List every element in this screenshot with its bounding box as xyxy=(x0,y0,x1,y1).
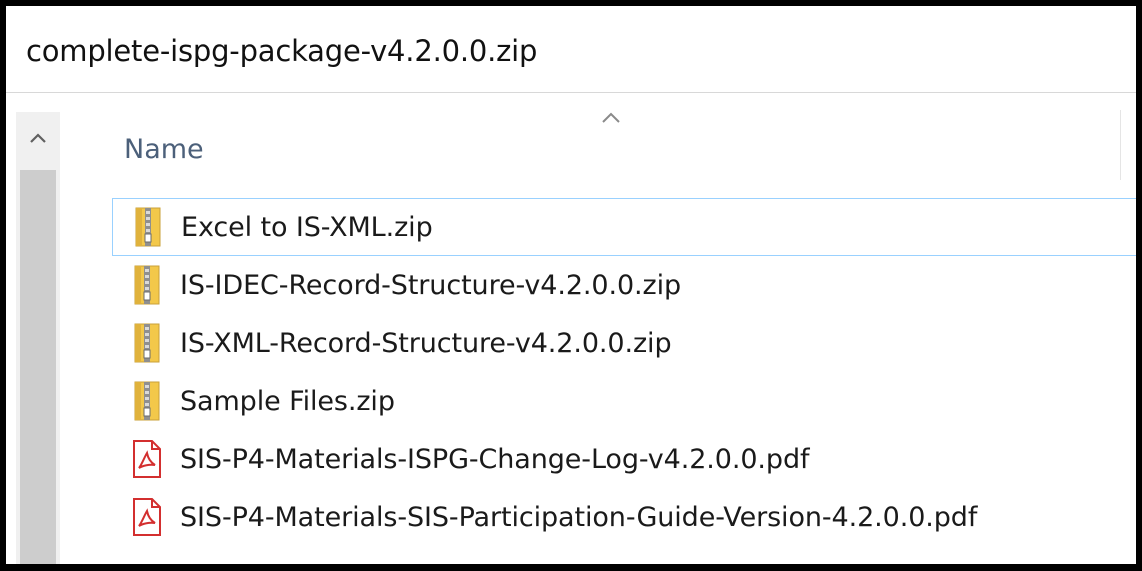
zip-folder-icon xyxy=(128,320,166,366)
scroll-thumb[interactable] xyxy=(20,170,56,564)
file-row[interactable]: Sample Files.zip xyxy=(112,372,1136,430)
zip-folder-icon xyxy=(128,262,166,308)
title-bar: complete-ispg-package-v4.2.0.0.zip xyxy=(6,6,1136,93)
explorer-window: complete-ispg-package-v4.2.0.0.zip Name … xyxy=(6,6,1136,564)
window-title: complete-ispg-package-v4.2.0.0.zip xyxy=(26,34,538,68)
chevron-up-icon xyxy=(30,133,46,143)
column-divider[interactable] xyxy=(1120,110,1121,180)
file-name: IS-XML-Record-Structure-v4.2.0.0.zip xyxy=(180,327,672,359)
column-header-name[interactable]: Name xyxy=(124,134,204,165)
vertical-scrollbar[interactable] xyxy=(16,112,60,564)
file-name: IS-IDEC-Record-Structure-v4.2.0.0.zip xyxy=(180,269,682,301)
pdf-icon xyxy=(128,494,166,540)
file-row[interactable]: SIS-P4-Materials-SIS-Participation-Guide… xyxy=(112,488,1136,546)
file-name: SIS-P4-Materials-SIS-Participation-Guide… xyxy=(180,501,978,533)
file-row[interactable]: SIS-P4-Materials-ISPG-Change-Log-v4.2.0.… xyxy=(112,430,1136,488)
file-name: Excel to IS-XML.zip xyxy=(181,211,433,243)
zip-folder-icon xyxy=(128,378,166,424)
file-name: SIS-P4-Materials-ISPG-Change-Log-v4.2.0.… xyxy=(180,443,810,475)
file-row[interactable]: IS-IDEC-Record-Structure-v4.2.0.0.zip xyxy=(112,256,1136,314)
file-row[interactable]: Excel to IS-XML.zip xyxy=(112,198,1136,256)
file-row[interactable]: IS-XML-Record-Structure-v4.2.0.0.zip xyxy=(112,314,1136,372)
sort-ascending-icon xyxy=(602,112,620,123)
pdf-icon xyxy=(128,436,166,482)
column-header-row: Name xyxy=(106,106,1136,186)
zip-folder-icon xyxy=(129,204,167,250)
scroll-up-button[interactable] xyxy=(16,112,60,164)
file-name: Sample Files.zip xyxy=(180,385,395,417)
file-list: Excel to IS-XML.zip IS-IDEC-Record-Struc… xyxy=(112,198,1136,546)
